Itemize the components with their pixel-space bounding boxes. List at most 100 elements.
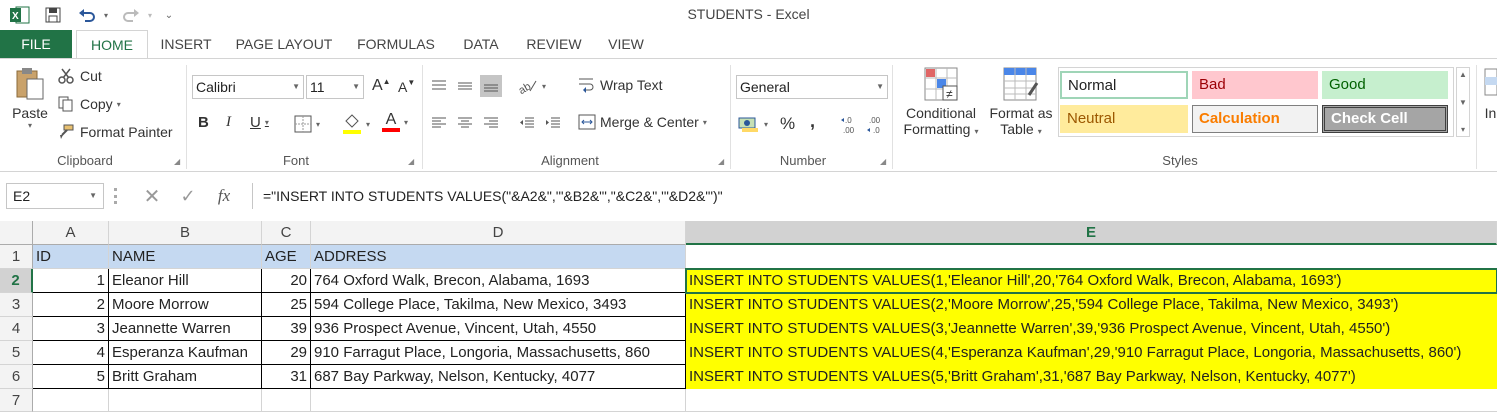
cell-a3[interactable]: 2: [33, 293, 109, 317]
cell-e6[interactable]: INSERT INTO STUDENTS VALUES(5,'Britt Gra…: [686, 365, 1497, 389]
comma-button[interactable]: ,: [810, 111, 815, 132]
paste-button[interactable]: Paste ▾: [10, 67, 50, 130]
style-normal[interactable]: Normal: [1060, 71, 1188, 99]
align-left-button[interactable]: [428, 112, 450, 134]
row-header-3[interactable]: 3: [0, 293, 33, 317]
cell-d2[interactable]: 764 Oxford Walk, Brecon, Alabama, 1693: [311, 269, 686, 293]
align-middle-button[interactable]: [454, 75, 476, 97]
cell-a6[interactable]: 5: [33, 365, 109, 389]
style-calculation[interactable]: Calculation: [1192, 105, 1318, 133]
increase-decimal-button[interactable]: .0.00: [840, 115, 862, 135]
style-good[interactable]: Good: [1322, 71, 1448, 99]
cell-c2[interactable]: 20: [262, 269, 311, 293]
align-right-button[interactable]: [480, 112, 502, 134]
tab-review[interactable]: REVIEW: [522, 30, 586, 58]
alignment-launcher-icon[interactable]: ◢: [718, 157, 724, 166]
cell-a7[interactable]: [33, 389, 109, 412]
font-name-combo[interactable]: Calibri ▼: [192, 75, 304, 99]
cell-c3[interactable]: 25: [262, 293, 311, 317]
styles-gallery-scroll[interactable]: ▲ ▼ ▾: [1456, 67, 1470, 137]
cell-c1[interactable]: AGE: [262, 245, 311, 269]
cell-e1[interactable]: [686, 245, 1497, 269]
underline-button[interactable]: U ▾: [250, 114, 269, 131]
percent-button[interactable]: %: [780, 114, 795, 134]
cell-b1[interactable]: NAME: [109, 245, 262, 269]
align-center-button[interactable]: [454, 112, 476, 134]
cell-d1[interactable]: ADDRESS: [311, 245, 686, 269]
cell-d7[interactable]: [311, 389, 686, 412]
cell-c6[interactable]: 31: [262, 365, 311, 389]
cell-a4[interactable]: 3: [33, 317, 109, 341]
tab-insert[interactable]: INSERT: [158, 30, 214, 58]
cell-a1[interactable]: ID: [33, 245, 109, 269]
gallery-up-icon[interactable]: ▲: [1459, 70, 1467, 79]
row-header-5[interactable]: 5: [0, 341, 33, 365]
decrease-indent-button[interactable]: [516, 112, 538, 134]
gallery-more-icon[interactable]: ▾: [1461, 125, 1465, 134]
formula-input[interactable]: ="INSERT INTO STUDENTS VALUES("&A2&",'"&…: [252, 183, 1497, 209]
select-all-button[interactable]: [0, 221, 33, 245]
tab-page-layout[interactable]: PAGE LAYOUT: [232, 30, 336, 58]
tab-home[interactable]: HOME: [76, 30, 148, 59]
number-launcher-icon[interactable]: ◢: [880, 157, 886, 166]
font-color-button[interactable]: A ▾: [382, 112, 408, 132]
clipboard-launcher-icon[interactable]: ◢: [174, 157, 180, 166]
row-header-1[interactable]: 1: [0, 245, 33, 269]
style-check-cell[interactable]: Check Cell: [1322, 105, 1448, 133]
name-box-dropdown-icon[interactable]: ▼: [89, 184, 97, 208]
cell-e4[interactable]: INSERT INTO STUDENTS VALUES(3,'Jeannette…: [686, 317, 1497, 341]
cell-b7[interactable]: [109, 389, 262, 412]
cell-e7[interactable]: [686, 389, 1497, 412]
row-header-6[interactable]: 6: [0, 365, 33, 389]
column-header-b[interactable]: B: [109, 221, 262, 245]
cell-a2[interactable]: 1: [33, 269, 109, 293]
cell-c7[interactable]: [262, 389, 311, 412]
wrap-text-button[interactable]: Wrap Text: [578, 76, 663, 94]
grow-font-button[interactable]: A ▲: [372, 77, 391, 95]
cell-c5[interactable]: 29: [262, 341, 311, 365]
cut-button[interactable]: Cut: [58, 68, 102, 84]
enter-icon[interactable]: ✓: [170, 186, 206, 207]
gallery-down-icon[interactable]: ▼: [1459, 98, 1467, 107]
number-format-combo[interactable]: General ▼: [736, 75, 888, 99]
merge-center-button[interactable]: Merge & Center ▾: [578, 113, 707, 131]
cell-d4[interactable]: 936 Prospect Avenue, Vincent, Utah, 4550: [311, 317, 686, 341]
column-header-c[interactable]: C: [262, 221, 311, 245]
cell-d5[interactable]: 910 Farragut Place, Longoria, Massachuse…: [311, 341, 686, 365]
insert-cells-button-partial[interactable]: In: [1484, 67, 1497, 121]
column-header-e[interactable]: E: [686, 221, 1497, 245]
decrease-decimal-button[interactable]: .00.0: [866, 115, 888, 135]
format-painter-button[interactable]: Format Painter: [58, 124, 173, 140]
align-top-button[interactable]: [428, 75, 450, 97]
cell-a5[interactable]: 4: [33, 341, 109, 365]
insert-function-button[interactable]: fx: [206, 186, 242, 206]
column-header-a[interactable]: A: [33, 221, 109, 245]
borders-button[interactable]: ▾: [294, 115, 320, 133]
cell-d6[interactable]: 687 Bay Parkway, Nelson, Kentucky, 4077: [311, 365, 686, 389]
column-header-d[interactable]: D: [311, 221, 686, 245]
cell-b6[interactable]: Britt Graham: [109, 365, 262, 389]
cell-e5[interactable]: INSERT INTO STUDENTS VALUES(4,'Esperanza…: [686, 341, 1497, 365]
conditional-formatting-button[interactable]: ≠ Conditional Formatting ▾: [900, 67, 982, 137]
formula-bar-grip[interactable]: [114, 188, 118, 204]
copy-button[interactable]: Copy ▾: [58, 96, 121, 112]
row-header-4[interactable]: 4: [0, 317, 33, 341]
cell-b2[interactable]: Eleanor Hill: [109, 269, 262, 293]
cell-b5[interactable]: Esperanza Kaufman: [109, 341, 262, 365]
cell-e2[interactable]: INSERT INTO STUDENTS VALUES(1,'Eleanor H…: [686, 269, 1497, 293]
bold-button[interactable]: B: [198, 114, 209, 131]
cell-e3[interactable]: INSERT INTO STUDENTS VALUES(2,'Moore Mor…: [686, 293, 1497, 317]
tab-file[interactable]: FILE: [0, 30, 72, 58]
row-header-2[interactable]: 2: [0, 269, 33, 293]
format-as-table-button[interactable]: Format as Table ▾: [986, 67, 1056, 137]
font-size-combo[interactable]: 11 ▼: [306, 75, 364, 99]
orientation-button[interactable]: ab ▾: [518, 77, 546, 95]
cell-d3[interactable]: 594 College Place, Takilma, New Mexico, …: [311, 293, 686, 317]
cancel-icon[interactable]: ✕: [134, 184, 170, 209]
tab-view[interactable]: VIEW: [602, 30, 650, 58]
cell-b4[interactable]: Jeannette Warren: [109, 317, 262, 341]
italic-button[interactable]: I: [226, 114, 231, 131]
accounting-format-button[interactable]: ▾: [738, 115, 768, 133]
style-bad[interactable]: Bad: [1192, 71, 1318, 99]
cell-b3[interactable]: Moore Morrow: [109, 293, 262, 317]
